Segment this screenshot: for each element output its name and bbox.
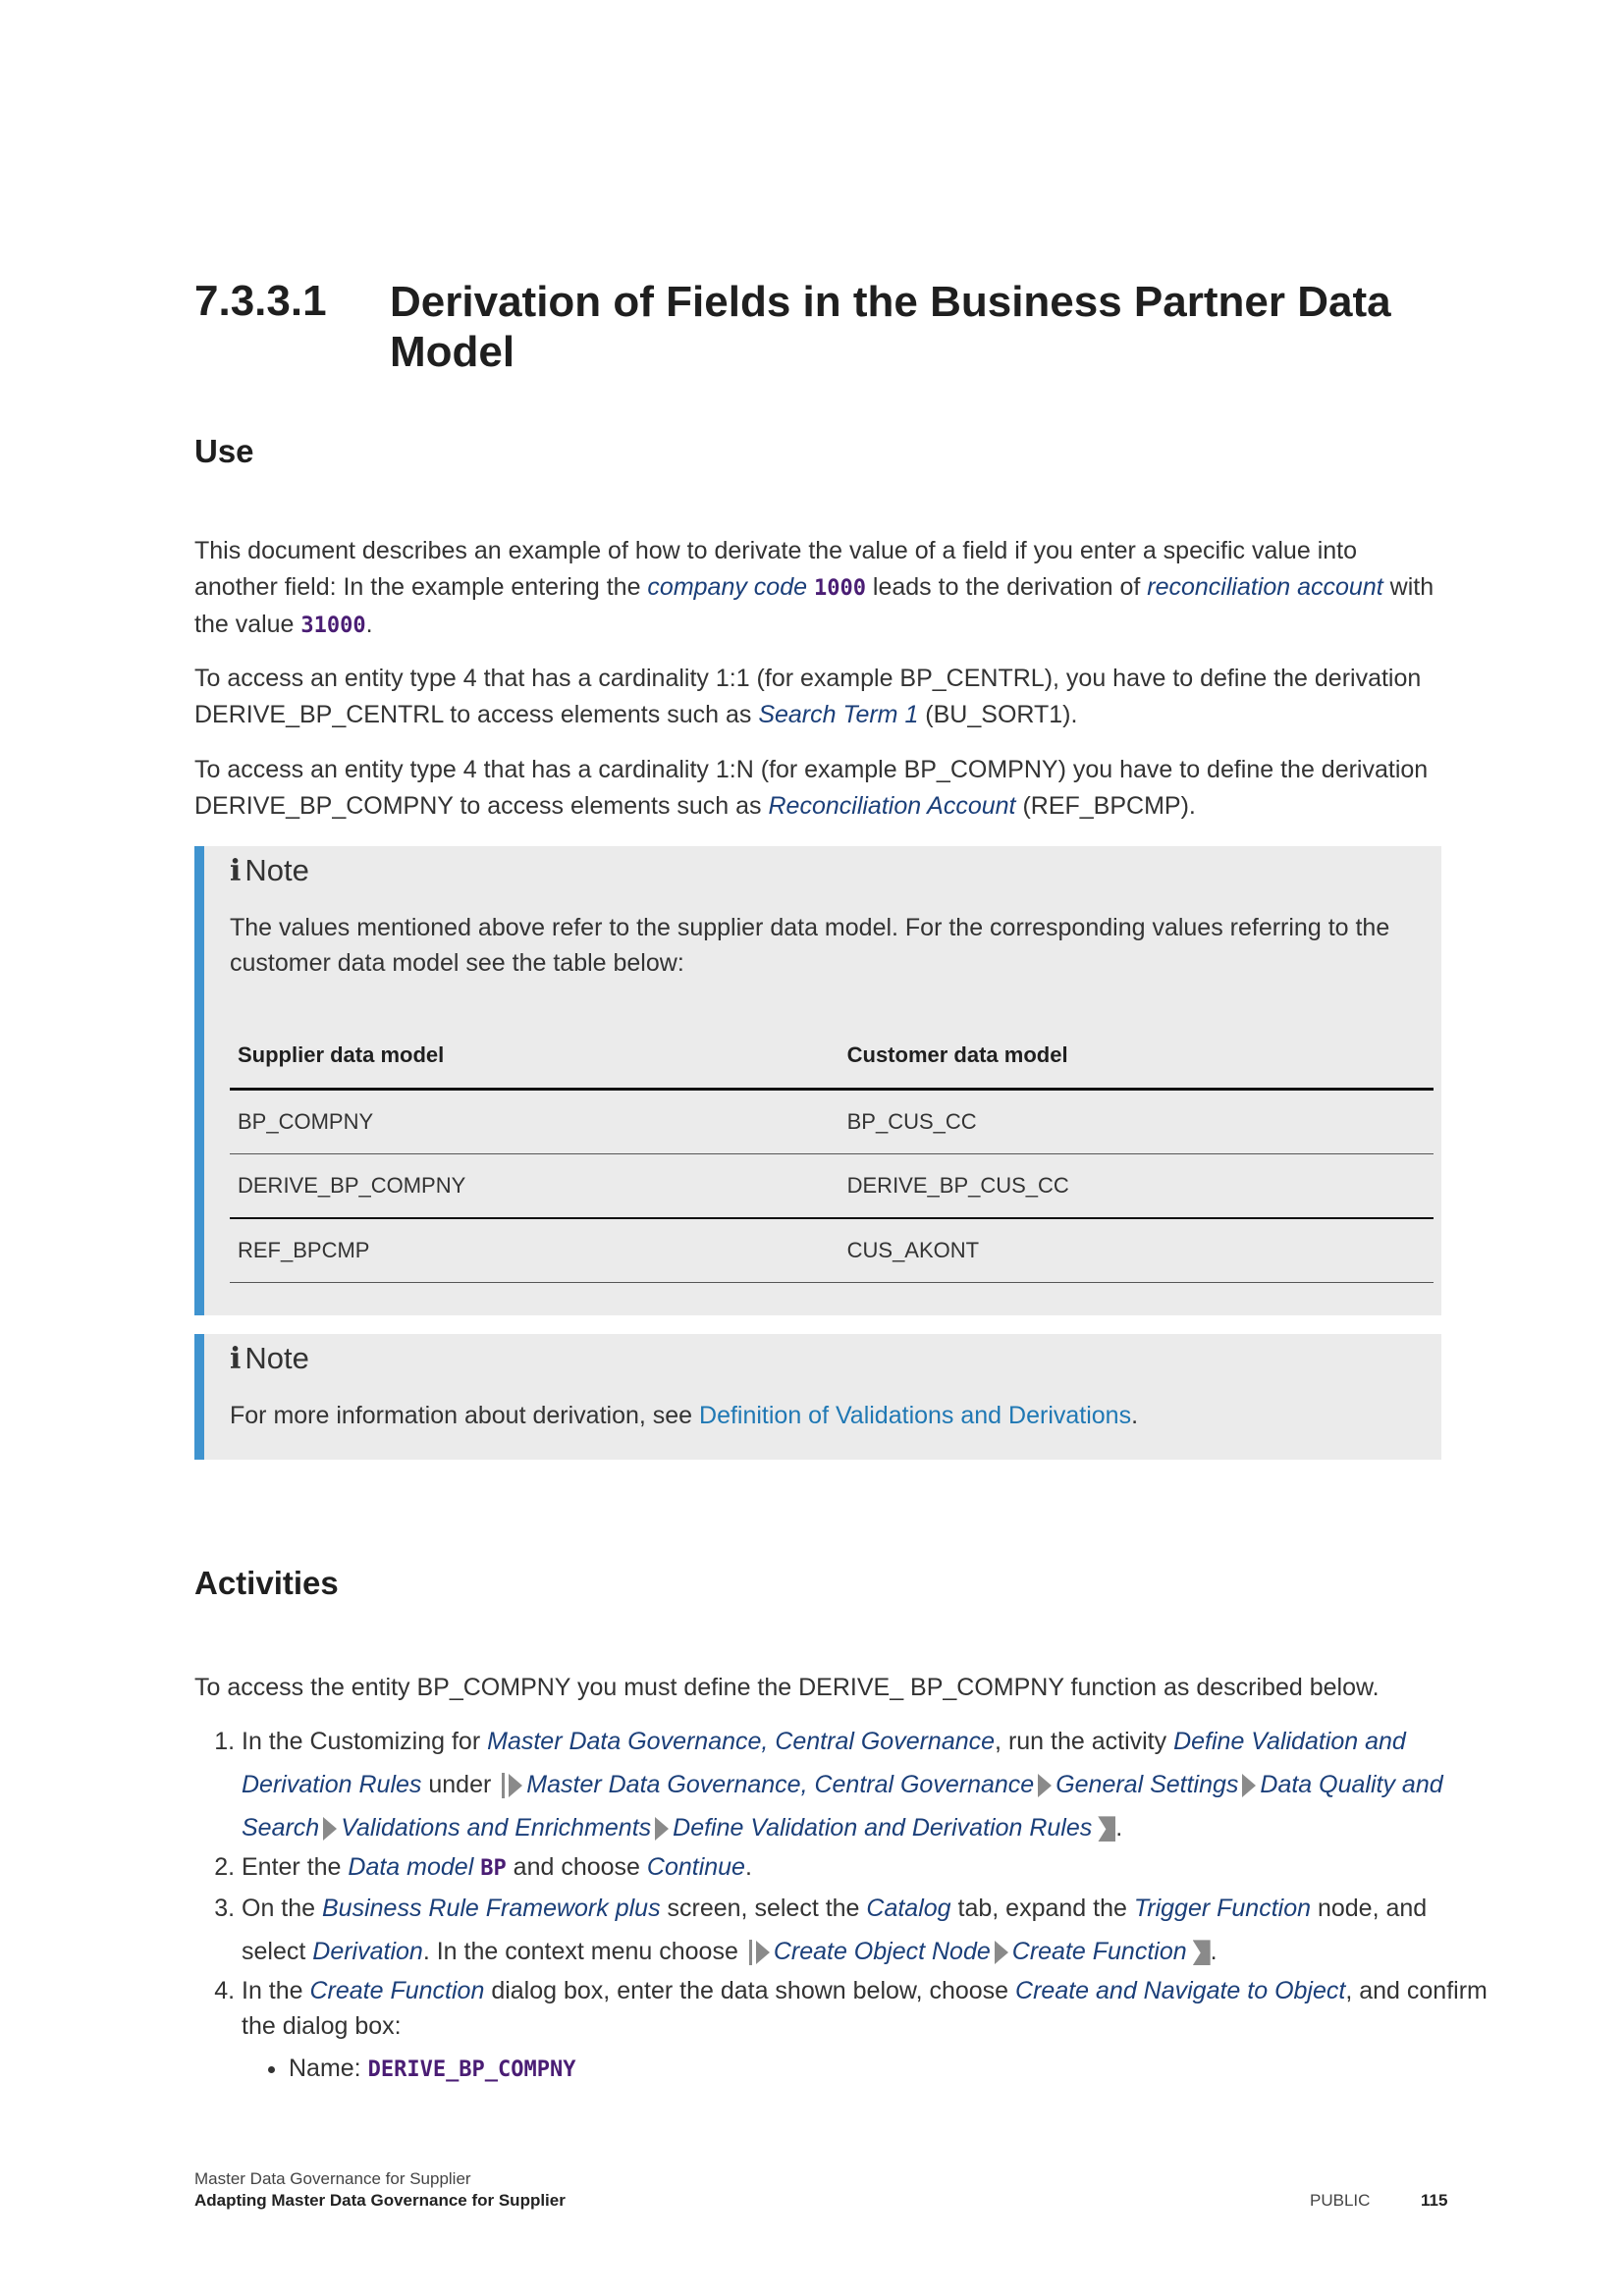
text: . (744, 1853, 752, 1881)
text: (REF_BPCMP). (1015, 791, 1196, 820)
table-cell: REF_BPCMP (230, 1218, 839, 1283)
column-header: Supplier data model (230, 1023, 839, 1091)
text: In the (242, 1977, 310, 2004)
path-arrow-icon (1038, 1774, 1053, 1798)
path-arrow-icon (1242, 1774, 1257, 1798)
use-paragraph-3: To access an entity type 4 that has a ca… (194, 752, 1441, 824)
text: . (365, 611, 373, 638)
search-term-link[interactable]: Search Term 1 (758, 701, 918, 728)
continue-link[interactable]: Continue (647, 1853, 745, 1881)
text: In the Customizing for (242, 1728, 488, 1755)
section-number: 7.3.3.1 (194, 277, 327, 325)
catalog-link[interactable]: Catalog (866, 1895, 950, 1922)
path-arrow-icon (323, 1817, 338, 1842)
list-item: On the Business Rule Framework plus scre… (242, 1887, 1489, 1973)
menu-path-item[interactable]: Validations and Enrichments (341, 1814, 651, 1842)
path-arrow-icon (655, 1817, 670, 1842)
activities-intro: To access the entity BP_COMPNY you must … (194, 1674, 1380, 1701)
footer-doc-title: Master Data Governance for Supplier (194, 2169, 471, 2188)
list-item: Enter the Data model BP and choose Conti… (242, 1849, 1489, 1887)
menu-path-item[interactable]: General Settings (1056, 1771, 1238, 1798)
table-cell: DERIVE_BP_COMPNY (230, 1153, 839, 1219)
text: tab, expand the (950, 1895, 1134, 1922)
data-model-link[interactable]: Data model (348, 1853, 473, 1881)
note-box: i Note For more information about derivat… (194, 1334, 1441, 1460)
validations-derivations-link[interactable]: Definition of Validations and Derivation… (699, 1402, 1131, 1429)
text: On the (242, 1895, 322, 1922)
text: dialog box, enter the data shown below, … (484, 1977, 1016, 2004)
info-icon: i (230, 1342, 242, 1376)
menu-path-item[interactable]: Create Function (1012, 1938, 1187, 1965)
text: . (1115, 1814, 1123, 1842)
menu-path-end-icon (1098, 1816, 1116, 1842)
note-label: Note (244, 1341, 309, 1375)
text: Enter the (242, 1853, 349, 1881)
reconciliation-account-link[interactable]: reconciliation account (1147, 573, 1382, 601)
text: For more information about derivation, s… (230, 1402, 700, 1429)
text: . (1131, 1402, 1139, 1429)
text: , run the activity (995, 1728, 1174, 1755)
note-text: The values mentioned above refer to the … (230, 914, 1390, 977)
code-value: BP (480, 1856, 507, 1881)
text: and choose (506, 1853, 647, 1881)
trigger-function-link[interactable]: Trigger Function (1134, 1895, 1311, 1922)
table-cell: BP_COMPNY (230, 1089, 839, 1154)
code-value: DERIVE_BP_COMPNY (367, 2057, 576, 2082)
menu-path-start-icon (748, 1940, 752, 1966)
table-row: REF_BPCMP CUS_AKONT (230, 1218, 1434, 1283)
sub-list: Name: DERIVE_BP_COMPNY (242, 2044, 1489, 2095)
text: under (421, 1771, 499, 1798)
text: Name: (289, 2055, 368, 2082)
menu-path-end-icon (1192, 1940, 1211, 1966)
company-code-link[interactable]: company code (647, 573, 807, 601)
create-function-link[interactable]: Create Function (310, 1977, 485, 2004)
use-paragraph-2: To access an entity type 4 that has a ca… (194, 661, 1441, 732)
text: . (1210, 1938, 1218, 1965)
reconciliation-account-link[interactable]: Reconciliation Account (769, 792, 1016, 820)
table-row: BP_COMPNY BP_CUS_CC (230, 1089, 1434, 1154)
brfplus-link[interactable]: Business Rule Framework plus (322, 1895, 661, 1922)
note-header: i Note (230, 1341, 309, 1376)
text: . In the context menu choose (422, 1938, 745, 1965)
menu-path-start-icon (502, 1773, 506, 1799)
page-number: 115 (1421, 2191, 1448, 2210)
path-arrow-icon (994, 1941, 1008, 1965)
menu-path-item[interactable]: Define Validation and Derivation Rules (673, 1814, 1092, 1842)
footer-chapter: Adapting Master Data Governance for Supp… (194, 2191, 566, 2210)
table-cell: CUS_AKONT (839, 1218, 1434, 1283)
text: screen, select the (660, 1895, 867, 1922)
list-item: In the Create Function dialog box, enter… (242, 1973, 1489, 2095)
use-heading: Use (194, 433, 254, 469)
table-header-row: Supplier data model Customer data model (230, 1023, 1434, 1091)
mdg-central-governance-link[interactable]: Master Data Governance, Central Governan… (487, 1728, 995, 1755)
path-arrow-icon (509, 1774, 523, 1798)
info-icon: i (230, 854, 242, 888)
note-text: For more information about derivation, s… (230, 1398, 1428, 1433)
table-cell: BP_CUS_CC (839, 1089, 1434, 1154)
menu-path-item[interactable]: Master Data Governance, Central Governan… (526, 1771, 1034, 1798)
use-paragraph-1: This document describes an example of ho… (194, 533, 1441, 645)
note-header: i Note (230, 853, 309, 888)
path-arrow-icon (755, 1941, 770, 1965)
menu-path-item[interactable]: Create Object Node (774, 1938, 991, 1965)
table-cell: DERIVE_BP_CUS_CC (839, 1153, 1434, 1219)
code-value: 31000 (300, 614, 366, 638)
activities-heading: Activities (194, 1565, 339, 1601)
section-title: Derivation of Fields in the Business Par… (390, 278, 1391, 376)
create-navigate-link[interactable]: Create and Navigate to Object (1015, 1977, 1345, 2004)
text: (BU_SORT1). (918, 700, 1078, 728)
data-model-table: Supplier data model Customer data model … (230, 1023, 1434, 1283)
text: leads to the derivation of (865, 572, 1148, 601)
table-row: DERIVE_BP_COMPNY DERIVE_BP_CUS_CC (230, 1153, 1434, 1219)
list-item: In the Customizing for Master Data Gover… (242, 1720, 1489, 1849)
footer-classification: PUBLIC (1310, 2191, 1371, 2210)
steps-list: In the Customizing for Master Data Gover… (194, 1720, 1489, 2095)
note-label: Note (244, 853, 309, 887)
code-value: 1000 (813, 575, 866, 601)
column-header: Customer data model (839, 1023, 1434, 1091)
list-item: Name: DERIVE_BP_COMPNY (289, 2044, 1489, 2095)
note-box: i Note The values mentioned above refer t… (194, 846, 1441, 1315)
derivation-link[interactable]: Derivation (312, 1938, 423, 1965)
